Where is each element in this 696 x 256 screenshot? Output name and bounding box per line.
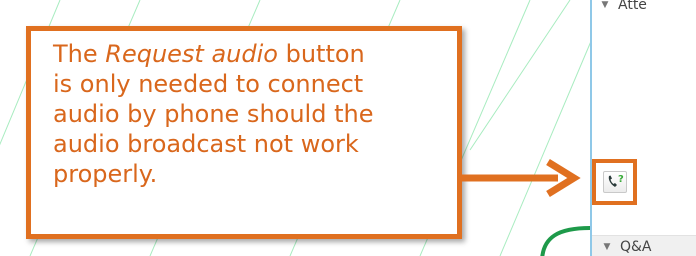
- screenshot-stage: ▼ Atte ▼ Q&A The Request audio button is…: [0, 0, 696, 256]
- qa-header-label: Q&A: [620, 239, 652, 255]
- callout-text-lead: The: [53, 40, 106, 68]
- collapse-caret-icon: ▼: [603, 242, 611, 252]
- attendees-header-label: Atte: [618, 0, 647, 13]
- callout-box: The Request audio button is only needed …: [26, 26, 462, 239]
- phone-question-icon: ?: [608, 174, 624, 187]
- callout-text-emphasis: Request audio: [105, 40, 278, 68]
- callout-text: The Request audio button is only needed …: [53, 39, 441, 189]
- qa-panel-header[interactable]: ▼ Q&A: [592, 235, 696, 256]
- request-audio-highlight: ?: [592, 159, 637, 205]
- request-audio-button[interactable]: ?: [603, 171, 627, 193]
- side-panel: ▼ Atte ▼ Q&A: [590, 0, 696, 256]
- attendees-panel-header[interactable]: ▼ Atte: [600, 0, 696, 16]
- callout-arrow: [462, 159, 581, 197]
- svg-text:?: ?: [618, 174, 624, 185]
- green-connector-curve: [540, 226, 591, 256]
- collapse-caret-icon: ▼: [601, 0, 609, 10]
